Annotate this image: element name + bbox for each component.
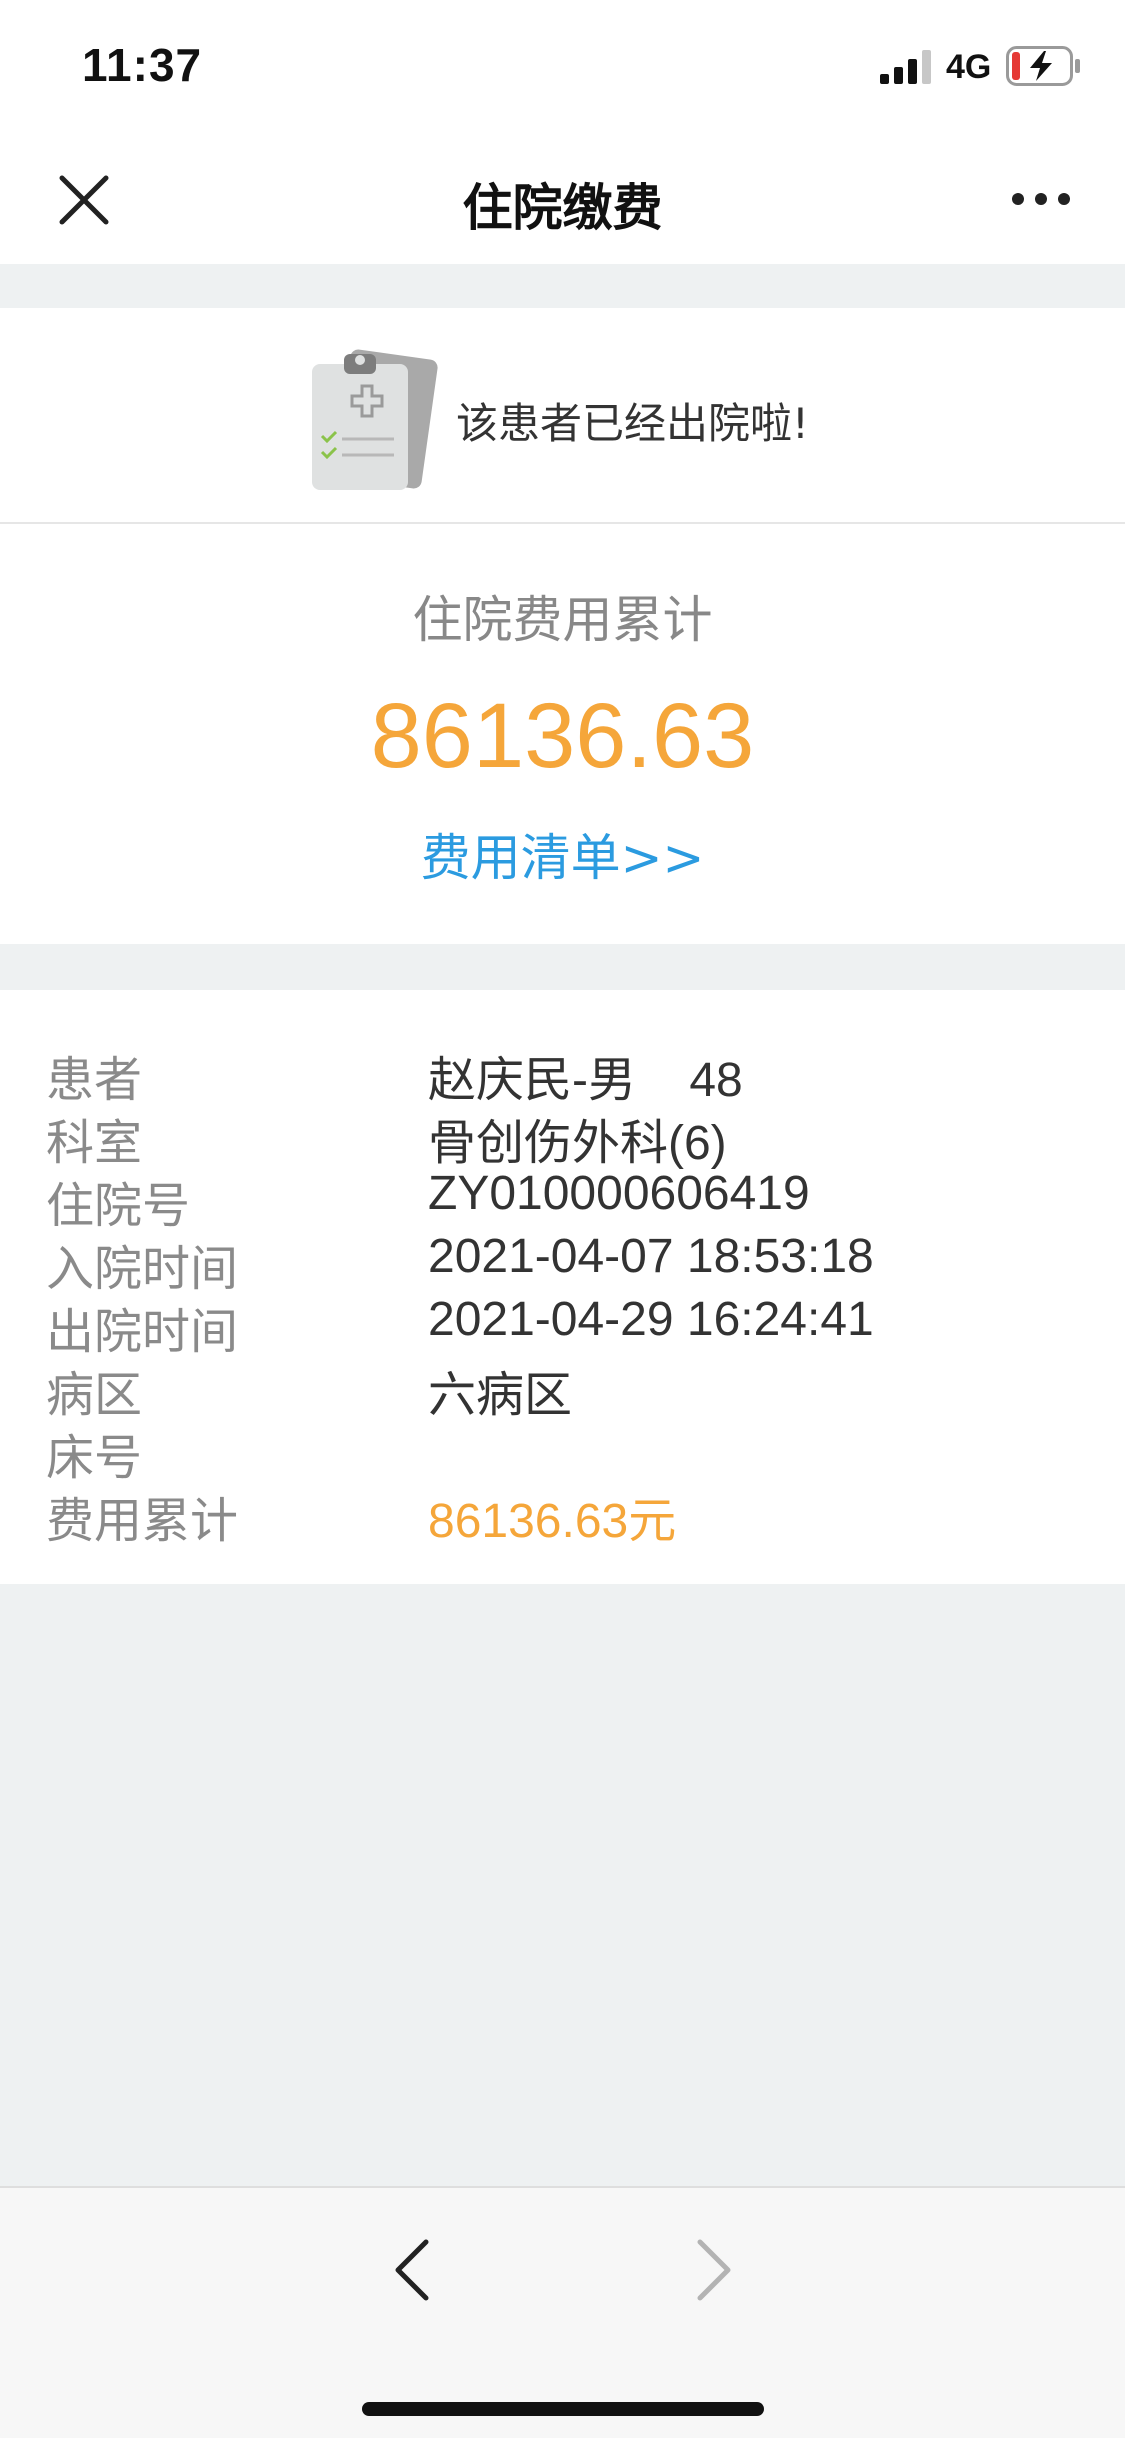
cost-detail-link[interactable]: 费用清单>> bbox=[0, 818, 1125, 890]
chevron-left-icon[interactable] bbox=[388, 2234, 436, 2306]
clipboard-medical-icon bbox=[312, 349, 438, 490]
total-cost-caption: 住院费用累计 bbox=[412, 591, 713, 649]
info-row-discharge-time: 出院时间 2021-04-29 16:24:41 bbox=[0, 1292, 1125, 1360]
discharge-notice-text: 该患者已经出院啦! bbox=[456, 399, 809, 448]
status-time: 11:37 bbox=[82, 39, 203, 91]
info-row-patient: 患者 赵庆民-男 48 bbox=[0, 1040, 1125, 1108]
info-row-ward: 病区 六病区 bbox=[0, 1355, 1125, 1423]
total-cost-amount: 86136.63 bbox=[370, 685, 755, 787]
network-label: 4G bbox=[946, 48, 992, 86]
total-cost-card: 住院费用累计 86136.63 费用清单>> bbox=[0, 524, 1125, 944]
info-label: 入院时间 bbox=[46, 1241, 239, 1297]
battery-charging-icon bbox=[1006, 46, 1080, 86]
cellular-signal-icon bbox=[880, 50, 931, 84]
info-row-department: 科室 骨创伤外科(6) bbox=[0, 1103, 1125, 1171]
info-value: 六病区 bbox=[428, 1369, 573, 1422]
info-value: ZY010000606419 bbox=[428, 1167, 810, 1220]
info-label: 费用累计 bbox=[46, 1493, 239, 1549]
info-label: 床号 bbox=[46, 1430, 143, 1486]
info-label: 病区 bbox=[46, 1367, 143, 1423]
info-row-admission-number: 住院号 ZY010000606419 bbox=[0, 1166, 1125, 1234]
info-value-total-cost: 86136.63元 bbox=[428, 1495, 677, 1548]
info-row-total-cost: 费用累计 86136.63元 bbox=[0, 1481, 1125, 1549]
info-row-admission-time: 入院时间 2021-04-07 18:53:18 bbox=[0, 1229, 1125, 1297]
info-label: 科室 bbox=[46, 1115, 143, 1171]
info-label: 患者 bbox=[46, 1052, 143, 1108]
browser-toolbar bbox=[0, 2186, 1125, 2438]
page-title: 住院缴费 bbox=[462, 179, 663, 237]
discharge-notice: 该患者已经出院啦! bbox=[0, 308, 1125, 522]
chevron-right-icon[interactable] bbox=[690, 2234, 738, 2306]
nav-bar: 住院缴费 bbox=[0, 132, 1125, 264]
info-value: 赵庆民-男 48 bbox=[428, 1054, 743, 1107]
info-value: 2021-04-07 18:53:18 bbox=[428, 1230, 874, 1283]
info-label: 出院时间 bbox=[46, 1304, 239, 1360]
info-label: 住院号 bbox=[46, 1178, 191, 1234]
patient-info-card: 患者 赵庆民-男 48 科室 骨创伤外科(6) 住院号 ZY0100006064… bbox=[0, 990, 1125, 1584]
home-indicator[interactable] bbox=[362, 2402, 764, 2416]
more-dots-icon[interactable] bbox=[1010, 184, 1072, 214]
status-bar: 11:37 4G bbox=[0, 0, 1125, 132]
info-value: 2021-04-29 16:24:41 bbox=[428, 1293, 874, 1346]
info-row-bed-number: 床号 bbox=[0, 1418, 1125, 1486]
info-value: 骨创伤外科(6) bbox=[428, 1117, 727, 1170]
